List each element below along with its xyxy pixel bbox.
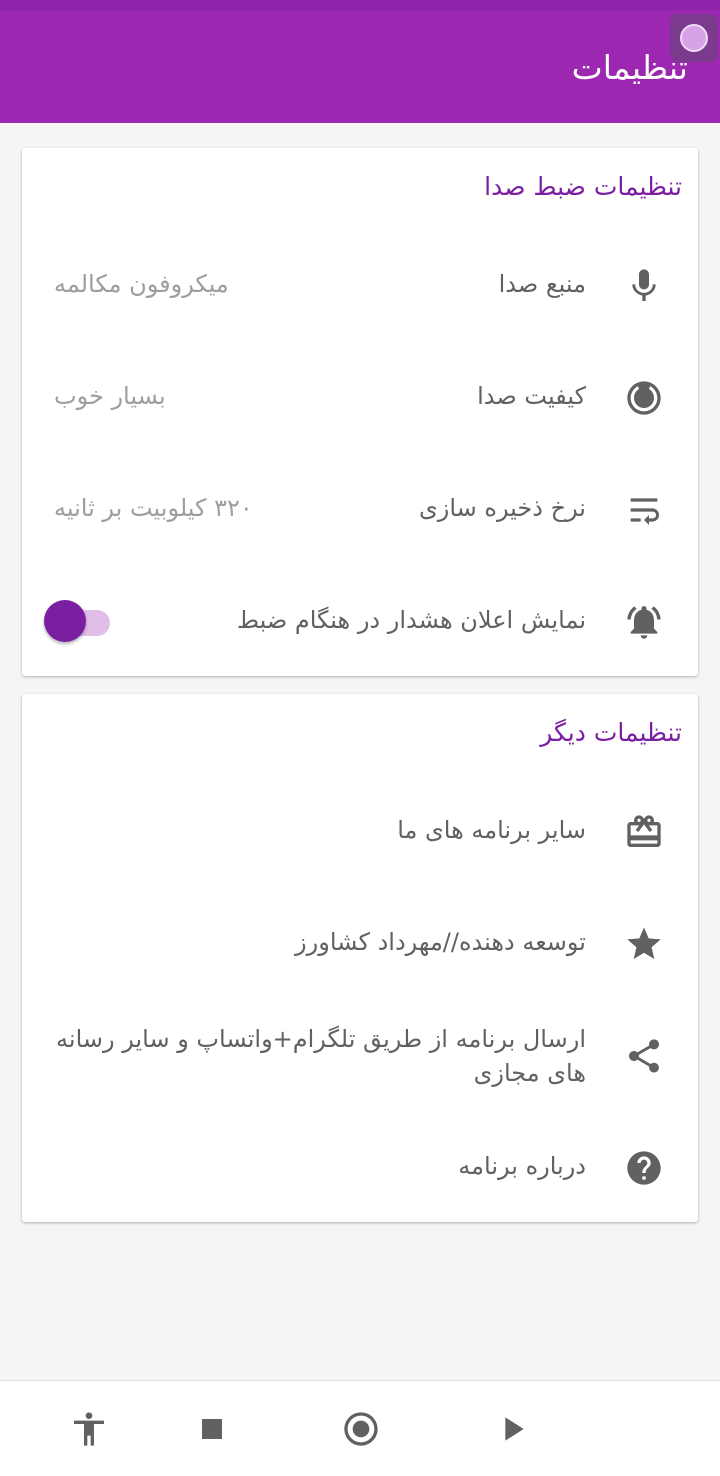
other-settings-card: تنظیمات دیگر سایر برنامه های ما توسعه ده… [22, 694, 698, 1222]
play-icon [505, 1417, 524, 1441]
setting-label: نمایش اعلان هشدار در هنگام ضبط [236, 606, 586, 634]
share-icon [622, 1034, 666, 1078]
card-title-recording: تنظیمات ضبط صدا [484, 172, 682, 201]
accessibility-icon [74, 1412, 104, 1446]
accessibility-button[interactable] [65, 1405, 113, 1453]
setting-show-notification[interactable]: نمایش اعلان هشدار در هنگام ضبط [22, 594, 698, 650]
setting-other-apps[interactable]: سایر برنامه های ما [22, 804, 698, 860]
setting-label: منبع صدا [498, 270, 586, 298]
stop-icon [202, 1419, 222, 1439]
wrap-text-icon [622, 488, 666, 532]
setting-developer[interactable]: توسعه دهنده//مهرداد کشاورز [22, 916, 698, 972]
help-circle-icon [622, 1146, 666, 1190]
setting-label: ارسال برنامه از طریق تلگرام+واتساپ و سای… [56, 1025, 586, 1087]
stop-button[interactable] [188, 1405, 236, 1453]
alarm-bell-icon [622, 600, 666, 644]
record-dot-icon [680, 24, 708, 52]
setting-about[interactable]: درباره برنامه [22, 1140, 698, 1196]
record-button[interactable] [337, 1405, 385, 1453]
setting-value: میکروفون مکالمه [54, 270, 229, 298]
setting-bitrate[interactable]: نرخ ذخیره سازی ۳۲۰ کیلوبیت بر ثانیه [22, 482, 698, 538]
play-button[interactable] [488, 1405, 536, 1453]
star-icon [622, 922, 666, 966]
recording-settings-card: تنظیمات ضبط صدا منبع صدا میکروفون مکالمه… [22, 148, 698, 676]
quality-target-icon [622, 376, 666, 420]
toggle-thumb [44, 600, 86, 642]
setting-value: ۳۲۰ کیلوبیت بر ثانیه [54, 494, 253, 522]
setting-share-app[interactable]: ارسال برنامه از طریق تلگرام+واتساپ و سای… [22, 1016, 698, 1096]
microphone-icon [622, 264, 666, 308]
setting-label: توسعه دهنده//مهرداد کشاورز [295, 928, 586, 956]
status-bar [0, 0, 720, 10]
card-title-other: تنظیمات دیگر [540, 718, 682, 747]
setting-label: درباره برنامه [458, 1152, 586, 1180]
bottom-nav [0, 1380, 720, 1476]
floating-record-bubble[interactable] [670, 14, 718, 62]
setting-audio-quality[interactable]: کیفیت صدا بسیار خوب [22, 370, 698, 426]
setting-label: سایر برنامه های ما [397, 816, 586, 844]
setting-label: نرخ ذخیره سازی [418, 494, 586, 522]
setting-audio-source[interactable]: منبع صدا میکروفون مکالمه [22, 258, 698, 314]
gift-card-icon [622, 810, 666, 854]
setting-label: کیفیت صدا [477, 382, 586, 410]
setting-value: بسیار خوب [54, 382, 166, 410]
notification-toggle[interactable] [44, 600, 112, 644]
app-bar: تنظیمات [0, 10, 720, 123]
record-icon [344, 1412, 378, 1446]
